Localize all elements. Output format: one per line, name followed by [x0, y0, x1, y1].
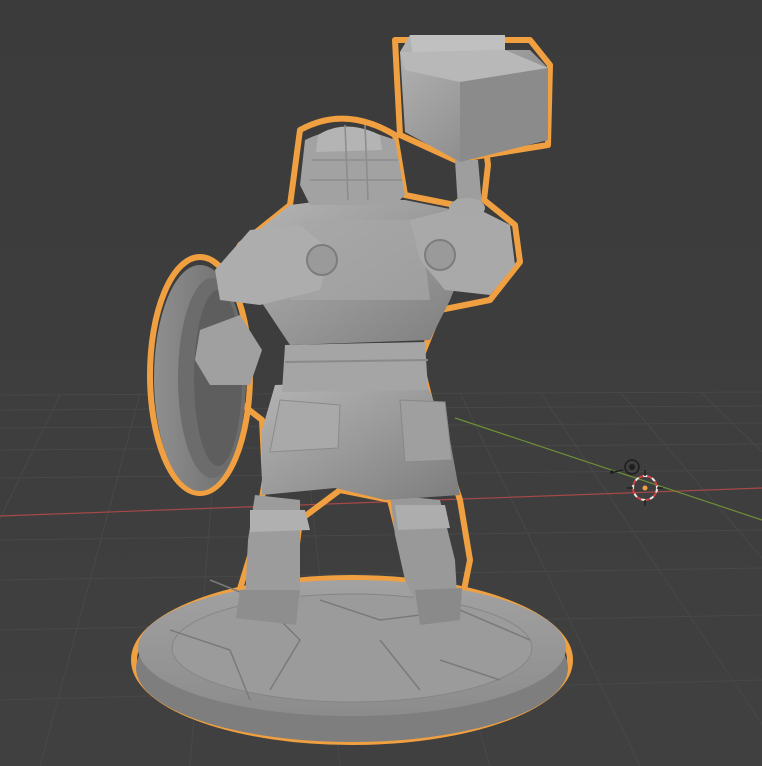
belt	[282, 342, 428, 392]
shoulder-rivet-right	[424, 239, 456, 271]
shoulder-rivet-left	[306, 244, 338, 276]
viewport-canvas[interactable]	[0, 0, 762, 766]
3d-viewport[interactable]	[0, 0, 762, 766]
